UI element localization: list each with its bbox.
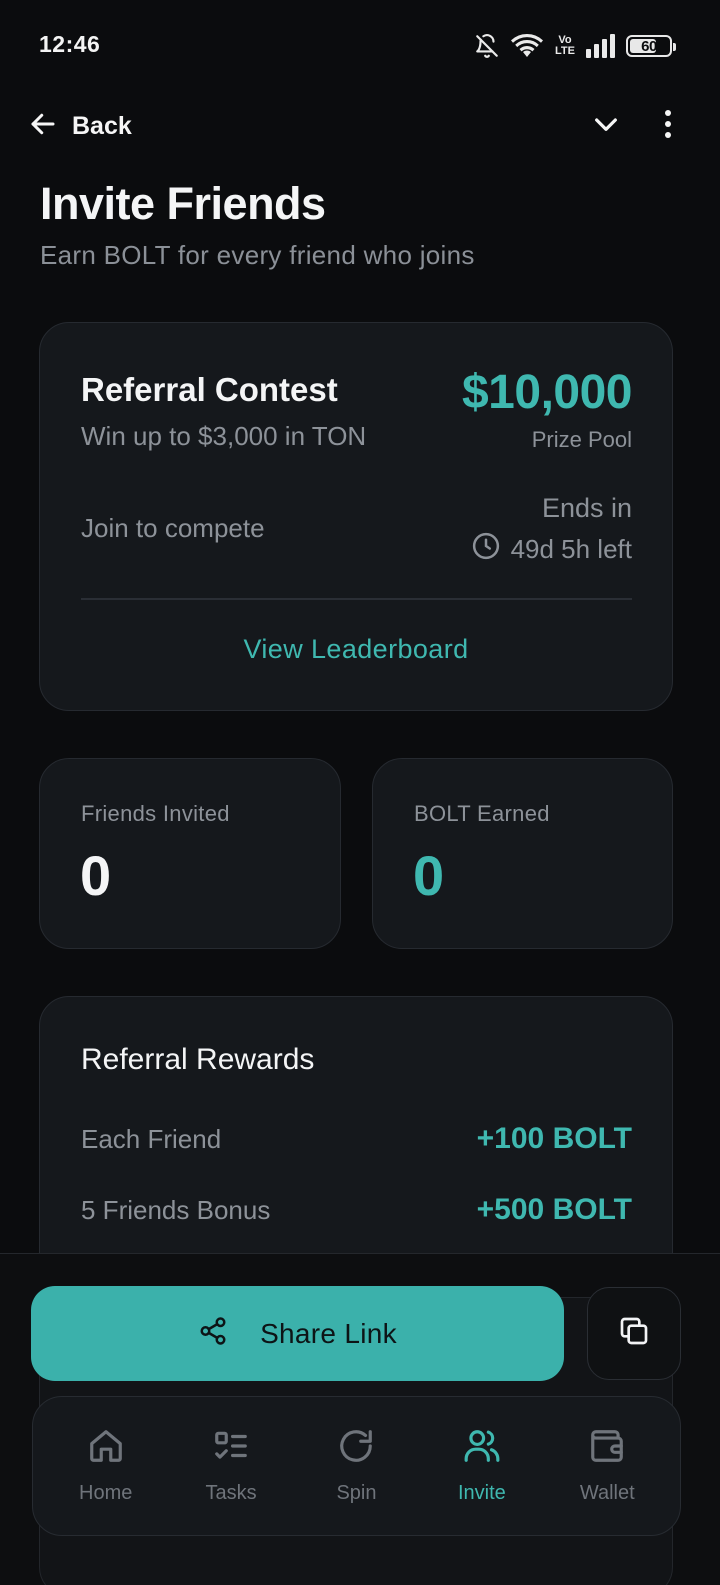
friends-invited-value: 0 [80, 844, 112, 907]
nav-label-spin: Spin [336, 1482, 377, 1504]
mute-bell-icon [474, 33, 500, 59]
bolt-earned-label: BOLT Earned [414, 801, 550, 826]
reward-value: +100 BOLT [476, 1122, 632, 1155]
more-vertical-icon [663, 109, 673, 144]
copy-icon [618, 1315, 650, 1352]
friends-invited-card: Friends Invited 0 [39, 758, 341, 949]
tasks-icon [212, 1427, 250, 1470]
reward-label: 5 Friends Bonus [81, 1194, 271, 1225]
top-actions [578, 100, 696, 152]
nav-item-invite[interactable]: Invite [427, 1406, 537, 1526]
volte-icon: Vo LTE [554, 35, 576, 57]
friends-invited-label: Friends Invited [81, 801, 230, 826]
wallet-icon [588, 1427, 626, 1470]
reward-row: Each Friend +100 BOLT [81, 1119, 632, 1159]
top-app-bar: Back [0, 92, 720, 160]
status-time: 12:46 [39, 31, 101, 57]
nav-label-tasks: Tasks [205, 1482, 257, 1504]
ends-label: Ends in [541, 493, 632, 523]
share-link-label: Share Link [260, 1317, 397, 1349]
invite-icon [462, 1427, 502, 1470]
reward-label: Each Friend [81, 1123, 222, 1154]
bolt-earned-card: BOLT Earned 0 [372, 758, 673, 949]
nav-label-home: Home [79, 1482, 133, 1504]
nav-label-wallet: Wallet [579, 1482, 635, 1504]
nav-item-wallet[interactable]: Wallet [552, 1406, 662, 1526]
contest-title: Referral Contest [81, 371, 338, 408]
page-subtitle: Earn BOLT for every friend who joins [40, 240, 475, 270]
countdown-text: 49d 5h left [510, 534, 632, 564]
bolt-earned-value: 0 [413, 844, 445, 907]
arrow-left-icon [28, 109, 58, 144]
battery-level: 60 [641, 37, 657, 55]
chevron-down-icon [590, 108, 622, 145]
contest-subtitle: Win up to $3,000 in TON [81, 421, 367, 451]
collapse-button[interactable] [578, 100, 634, 152]
wifi-icon [510, 33, 544, 59]
status-icons: Vo LTE 60 [474, 30, 676, 62]
more-options-button[interactable] [640, 100, 696, 152]
status-bar: 12:46 Vo LTE 60 [0, 0, 720, 92]
referral-contest-card: Referral Contest Win up to $3,000 in TON… [39, 322, 673, 711]
rewards-title: Referral Rewards [81, 1043, 315, 1076]
reward-row: 5 Friends Bonus +500 BOLT [81, 1190, 632, 1230]
share-link-button[interactable]: Share Link [31, 1286, 564, 1381]
battery-icon: 60 [626, 35, 676, 57]
bottom-action-panel: Share Link Home Tasks Spin Invite Wallet [0, 1253, 720, 1585]
back-label: Back [72, 111, 132, 140]
clock-icon [471, 531, 501, 568]
prize-label: Prize Pool [531, 427, 632, 452]
nav-item-spin[interactable]: Spin [301, 1406, 411, 1526]
app-screen: 12:46 Vo LTE 60 Back Invite Friends Earn… [0, 0, 720, 1585]
nav-item-home[interactable]: Home [51, 1406, 161, 1526]
nav-item-tasks[interactable]: Tasks [176, 1406, 286, 1526]
bottom-navigation: Home Tasks Spin Invite Wallet [32, 1396, 681, 1536]
copy-link-button[interactable] [587, 1287, 681, 1380]
prize-amount: $10,000 [461, 366, 633, 419]
signal-icon [586, 34, 616, 58]
join-status: Join to compete [81, 513, 265, 543]
nav-label-invite: Invite [457, 1482, 506, 1504]
spin-icon [337, 1427, 375, 1470]
home-icon [87, 1427, 125, 1470]
countdown: 49d 5h left [471, 531, 632, 568]
divider [81, 598, 632, 600]
volte-label: Vo LTE [555, 34, 575, 57]
view-leaderboard-button[interactable]: View Leaderboard [40, 619, 672, 679]
page-title: Invite Friends [40, 178, 326, 229]
share-icon [198, 1316, 228, 1351]
reward-value: +500 BOLT [476, 1193, 632, 1226]
back-button[interactable]: Back [18, 102, 146, 150]
